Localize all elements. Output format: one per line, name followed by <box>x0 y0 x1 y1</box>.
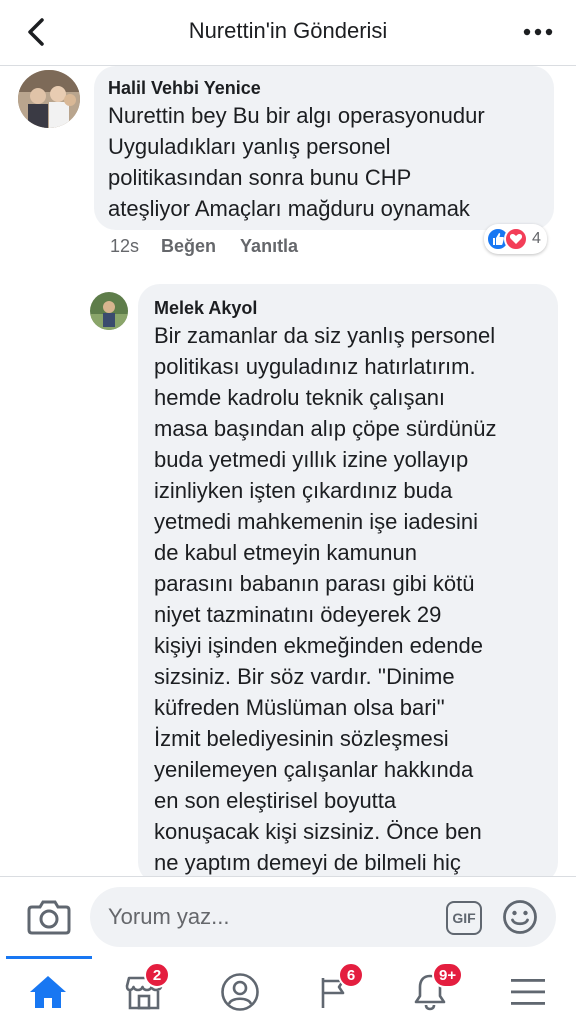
active-tab-indicator <box>6 956 92 959</box>
home-icon <box>30 976 66 1008</box>
love-icon <box>504 227 528 251</box>
avatar[interactable] <box>90 292 128 330</box>
bottom-navigation: 2 6 9+ <box>0 956 576 1024</box>
notification-badge: 9+ <box>432 962 464 988</box>
comment-reply: Melek Akyol Bir zamanlar da siz yanlış p… <box>0 284 576 884</box>
avatar-photo <box>90 292 128 330</box>
nav-profile[interactable] <box>212 968 268 1016</box>
comment-bubble[interactable]: Halil Vehbi Yenice Nurettin bey Bu bir a… <box>94 66 554 230</box>
nav-marketplace[interactable]: 2 <box>116 962 172 1016</box>
page-title: Nurettin'in Gönderisi <box>188 18 388 43</box>
emoji-icon <box>503 900 537 934</box>
avatar-photo <box>18 70 80 128</box>
comment-author[interactable]: Halil Vehbi Yenice <box>108 78 261 99</box>
comment-input[interactable] <box>90 887 556 947</box>
notification-badge: 6 <box>338 962 364 988</box>
avatar[interactable] <box>18 70 80 128</box>
comment-actions: 12s Beğen Yanıtla <box>110 236 298 257</box>
camera-button[interactable] <box>26 897 72 937</box>
notification-badge: 2 <box>144 962 170 988</box>
like-button[interactable]: Beğen <box>161 236 216 257</box>
header: Nurettin'in Gönderisi <box>0 0 576 66</box>
reactions-summary[interactable]: 4 <box>484 224 547 254</box>
menu-icon <box>511 979 545 1005</box>
gif-button[interactable]: GIF <box>446 901 482 935</box>
nav-groups[interactable]: 6 <box>306 962 364 1016</box>
comment-text: Nurettin bey Bu bir algı operasyonudur U… <box>108 103 485 221</box>
emoji-button[interactable] <box>502 899 538 935</box>
nav-home[interactable] <box>20 968 76 1016</box>
reply-button[interactable]: Yanıtla <box>240 236 298 257</box>
comment-text: Bir zamanlar da siz yanlış personel poli… <box>154 323 497 875</box>
nav-notifications[interactable]: 9+ <box>402 962 464 1016</box>
more-horizontal-icon <box>523 28 553 36</box>
comment-author[interactable]: Melek Akyol <box>154 298 257 319</box>
comment: Halil Vehbi Yenice Nurettin bey Bu bir a… <box>0 66 576 276</box>
comment-time: 12s <box>110 236 140 256</box>
nav-menu[interactable] <box>500 968 556 1016</box>
profile-icon <box>221 973 259 1011</box>
comment-bubble[interactable]: Melek Akyol Bir zamanlar da siz yanlış p… <box>138 284 558 884</box>
reaction-count: 4 <box>532 230 541 247</box>
camera-icon <box>27 900 71 935</box>
comment-composer: GIF <box>0 876 576 956</box>
more-options-button[interactable] <box>518 16 558 48</box>
